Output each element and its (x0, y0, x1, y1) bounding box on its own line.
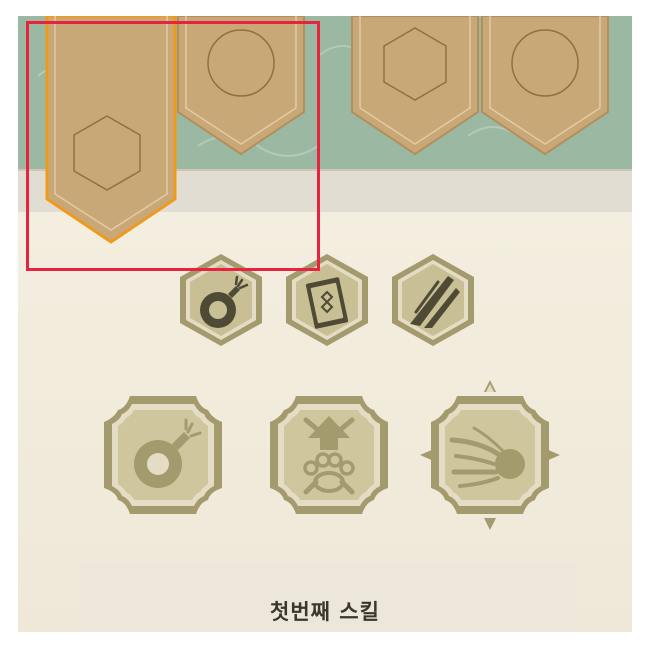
large-skill-bomb[interactable] (100, 392, 226, 522)
large-skill-comet[interactable] (420, 380, 560, 534)
tab-4[interactable] (480, 16, 610, 156)
tab-3[interactable] (350, 16, 480, 156)
small-skill-slash[interactable] (390, 252, 476, 348)
large-skill-paw-arrow[interactable] (266, 392, 392, 522)
highlight-box (26, 21, 320, 271)
selected-skill-name: 첫번째 스킬 (270, 600, 380, 624)
